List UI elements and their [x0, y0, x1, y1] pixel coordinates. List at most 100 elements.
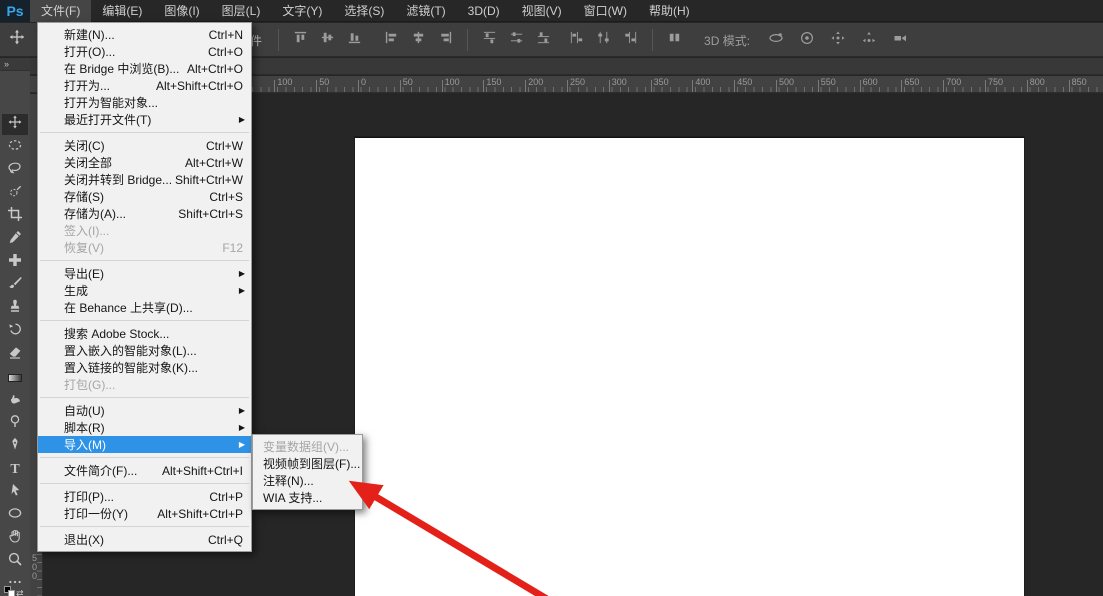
- tool-type[interactable]: T: [2, 459, 28, 480]
- menubar-item-filter[interactable]: 滤镜(T): [395, 0, 456, 22]
- menu-item-print-one-copy[interactable]: 打印一份(Y)Alt+Shift+Ctrl+P: [38, 505, 251, 522]
- menu-item-place-linked[interactable]: 置入链接的智能对象(K)...: [38, 359, 251, 376]
- align-right-edges-button[interactable]: [432, 28, 459, 52]
- menubar-item-file[interactable]: 文件(F): [30, 0, 91, 22]
- menu-separator: [40, 397, 249, 398]
- menubar-item-select[interactable]: 选择(S): [333, 0, 395, 22]
- menu-separator: [40, 526, 249, 527]
- menubar-item-image[interactable]: 图像(I): [153, 0, 210, 22]
- distribute-hcenter-button[interactable]: [590, 28, 617, 52]
- tool-gradient[interactable]: [2, 367, 28, 388]
- menubar: Ps 文件(F)编辑(E)图像(I)图层(L)文字(Y)选择(S)滤镜(T)3D…: [0, 0, 1103, 22]
- menubar-item-view[interactable]: 视图(V): [511, 0, 573, 22]
- tool-path-selection[interactable]: [2, 482, 28, 503]
- menu-item-shortcut: Alt+Ctrl+O: [187, 62, 243, 76]
- document-canvas[interactable]: [355, 137, 1024, 596]
- 3d-pan-button[interactable]: [822, 28, 853, 52]
- ruler-major-tick: [567, 80, 568, 92]
- tool-pen[interactable]: [2, 436, 28, 457]
- menu-item-export[interactable]: 导出(E)▶: [38, 265, 251, 282]
- lasso-icon: [7, 160, 23, 181]
- ruler-major-tick: [442, 80, 443, 92]
- menubar-item-help[interactable]: 帮助(H): [638, 0, 701, 22]
- menu-item-open[interactable]: 打开(O)... Ctrl+O: [38, 43, 251, 60]
- menu-item-place-embedded[interactable]: 置入嵌入的智能对象(L)...: [38, 342, 251, 359]
- 3d-slide-button[interactable]: [853, 28, 884, 52]
- menu-item-label: 生成: [64, 282, 88, 299]
- menu-item-shortcut: Shift+Ctrl+W: [175, 173, 243, 187]
- menu-item-file-info[interactable]: 文件简介(F)...Alt+Shift+Ctrl+I: [38, 462, 251, 479]
- tool-eraser[interactable]: [2, 344, 28, 365]
- align-horizontal-centers-button[interactable]: [405, 28, 432, 52]
- menu-item-import[interactable]: 导入(M)▶: [38, 436, 251, 453]
- tool-crop[interactable]: [2, 206, 28, 227]
- photoshop-window: Ps 文件(F)编辑(E)图像(I)图层(L)文字(Y)选择(S)滤镜(T)3D…: [0, 0, 1103, 596]
- tool-quick-selection[interactable]: [2, 183, 28, 204]
- menu-item-close-go-bridge[interactable]: 关闭并转到 Bridge...Shift+Ctrl+W: [38, 171, 251, 188]
- menu-item-label: 签入(I)...: [64, 222, 109, 239]
- menubar-item-layer[interactable]: 图层(L): [211, 0, 272, 22]
- menu-item-open-recent[interactable]: 最近打开文件(T)▶: [38, 111, 251, 128]
- tool-history-brush[interactable]: [2, 321, 28, 342]
- ruler-major-tick: [1069, 80, 1070, 92]
- align-vertical-centers-button[interactable]: [314, 28, 341, 52]
- tool-eyedropper[interactable]: [2, 229, 28, 250]
- menu-item-label: 打开(O)...: [64, 43, 115, 60]
- distribute-top-button[interactable]: [476, 28, 503, 52]
- menu-item-browse-in-bridge[interactable]: 在 Bridge 中浏览(B)...Alt+Ctrl+O: [38, 60, 251, 77]
- menu-item-open-as[interactable]: 打开为...Alt+Shift+Ctrl+O: [38, 77, 251, 94]
- distribute-spacing-button[interactable]: [661, 28, 688, 52]
- tool-healing-brush[interactable]: [2, 252, 28, 273]
- menu-item-shortcut: Ctrl+O: [208, 45, 243, 59]
- menu-item-generate[interactable]: 生成▶: [38, 282, 251, 299]
- submenu-arrow-icon: ▶: [239, 115, 245, 124]
- tool-brush[interactable]: [2, 275, 28, 296]
- menu-item-scripts[interactable]: 脚本(R)▶: [38, 419, 251, 436]
- tool-shape[interactable]: [2, 505, 28, 526]
- menubar-item-type[interactable]: 文字(Y): [271, 0, 333, 22]
- menu-item-automate[interactable]: 自动(U)▶: [38, 402, 251, 419]
- menu-item-print[interactable]: 打印(P)...Ctrl+P: [38, 488, 251, 505]
- tool-move[interactable]: [2, 114, 28, 135]
- menu-item-video-frames-to-layers[interactable]: 视频帧到图层(F)...: [253, 455, 362, 472]
- tool-marquee[interactable]: [2, 137, 28, 158]
- menu-item-notes[interactable]: 注释(N)...: [253, 472, 362, 489]
- menu-item-close[interactable]: 关闭(C)Ctrl+W: [38, 137, 251, 154]
- ruler-major-tick: [316, 80, 317, 92]
- menu-item-close-all[interactable]: 关闭全部Alt+Ctrl+W: [38, 154, 251, 171]
- menu-item-save[interactable]: 存储(S)Ctrl+S: [38, 188, 251, 205]
- tool-lasso[interactable]: [2, 160, 28, 181]
- distribute-vcenter-button[interactable]: [503, 28, 530, 52]
- distribute-bottom-button[interactable]: [530, 28, 557, 52]
- tool-zoom[interactable]: [2, 551, 28, 572]
- hand-icon: [7, 528, 23, 549]
- align-top-edges-button[interactable]: [287, 28, 314, 52]
- menu-item-share-on-behance[interactable]: 在 Behance 上共享(D)...: [38, 299, 251, 316]
- 3d-zoom-button[interactable]: [884, 28, 915, 52]
- menu-item-wia-support[interactable]: WIA 支持...: [253, 489, 362, 506]
- menu-item-open-as-smart-object[interactable]: 打开为智能对象...: [38, 94, 251, 111]
- menubar-item-threed[interactable]: 3D(D): [457, 0, 511, 22]
- align-bottom-edges-button[interactable]: [341, 28, 368, 52]
- tool-clone-stamp[interactable]: [2, 298, 28, 319]
- tool-edit-toolbar[interactable]: [2, 574, 28, 595]
- tool-dodge[interactable]: [2, 413, 28, 434]
- 3d-roll-button[interactable]: [791, 28, 822, 52]
- menubar-item-edit[interactable]: 编辑(E): [91, 0, 153, 22]
- menu-item-new[interactable]: 新建(N)...Ctrl+N: [38, 26, 251, 43]
- tool-smudge[interactable]: [2, 390, 28, 411]
- distribute-left-button[interactable]: [563, 28, 590, 52]
- menubar-item-window[interactable]: 窗口(W): [573, 0, 638, 22]
- tool-hand[interactable]: [2, 528, 28, 549]
- distribute-right-button[interactable]: [617, 28, 644, 52]
- align-left-edges-button[interactable]: [378, 28, 405, 52]
- toolbox-collapse-button[interactable]: »: [0, 58, 30, 71]
- menu-item-save-as[interactable]: 存储为(A)...Shift+Ctrl+S: [38, 205, 251, 222]
- photoshop-logo: Ps: [0, 0, 30, 22]
- options-group-align-vertical: [287, 28, 368, 52]
- 3d-orbit-button[interactable]: [760, 28, 791, 52]
- menu-item-search-adobe-stock[interactable]: 搜索 Adobe Stock...: [38, 325, 251, 342]
- menu-item-exit[interactable]: 退出(X)Ctrl+Q: [38, 531, 251, 548]
- menu-item-label: 关闭全部: [64, 154, 112, 171]
- ruler-label: 750: [988, 77, 1003, 87]
